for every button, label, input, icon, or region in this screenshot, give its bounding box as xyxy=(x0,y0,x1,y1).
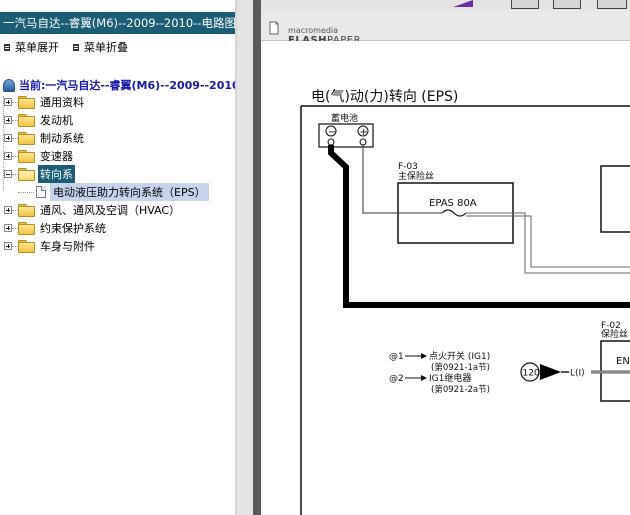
tree-item-label[interactable]: 约束保护系统 xyxy=(38,219,108,237)
ref2-arrowhead xyxy=(421,375,427,381)
tree-item-label[interactable]: 制动系统 xyxy=(38,129,86,147)
tree-item-transmission[interactable]: 变速器 xyxy=(4,147,209,165)
folder-icon xyxy=(18,150,35,163)
viewer-toolbar xyxy=(261,0,630,10)
expand-icon[interactable] xyxy=(4,98,12,106)
expand-icon[interactable] xyxy=(4,152,12,160)
f02-en-label: EN xyxy=(616,356,630,367)
toolbar-button[interactable] xyxy=(553,0,581,9)
ref1-text: 点火开关 (IG1) xyxy=(429,350,490,362)
expand-menu-label: 菜单展开 xyxy=(15,41,59,54)
ref1-section: (第0921-1a节) xyxy=(431,362,490,373)
tree-item-brakes[interactable]: 制动系统 xyxy=(4,129,209,147)
tree-item-label[interactable]: 变速器 xyxy=(38,147,75,165)
collapse-menu-button[interactable]: 菜单折叠 xyxy=(73,40,128,54)
tree-item-restraints[interactable]: 约束保护系统 xyxy=(4,219,209,237)
open-folder-icon xyxy=(18,168,35,181)
connector-120-label: 120 xyxy=(523,369,540,379)
expand-icon[interactable] xyxy=(4,224,12,232)
folder-icon xyxy=(18,96,35,109)
ref2-text: IG1继电器 xyxy=(429,372,471,384)
expand-icon[interactable] xyxy=(4,134,12,142)
wiring-diagram: 电(气)动(力)转向 (EPS) 蓄电池 − + F-03 主保险丝 EPAS … xyxy=(300,89,630,515)
folder-icon xyxy=(18,222,35,235)
nav-title-bar: 一汽马自达--睿翼(M6)--2009--2010--电路图 xyxy=(0,12,237,34)
tree-item-general[interactable]: 通用资料 xyxy=(4,93,209,111)
ref1-arrowhead xyxy=(421,353,427,359)
battery-terminal-lower xyxy=(359,138,367,146)
f03-code: F-03 xyxy=(398,162,418,172)
folder-icon xyxy=(18,240,35,253)
tree-item-steering[interactable]: 转向系 xyxy=(4,165,209,183)
f02-name: 保险丝 xyxy=(601,328,628,340)
document-icon xyxy=(36,186,46,198)
battery-minus-sign: − xyxy=(328,127,336,138)
tree-item-label[interactable]: 车身与附件 xyxy=(38,237,97,255)
toolbar-button[interactable] xyxy=(597,0,627,9)
navigation-pane: 一汽马自达--睿翼(M6)--2009--2010--电路图 菜单展开 菜单折叠… xyxy=(0,0,237,515)
toolbar-button[interactable] xyxy=(511,0,539,9)
folder-icon xyxy=(18,204,35,217)
collapse-menu-label: 菜单折叠 xyxy=(84,41,128,54)
partial-component-box xyxy=(600,165,630,233)
tree-root-label: 当前:一汽马自达--睿翼(M6)--2009--2010--电路图 xyxy=(19,79,237,92)
diagram-title: 电(气)动(力)转向 (EPS) xyxy=(311,89,458,105)
ref2-mark: @2 xyxy=(389,374,404,384)
ref1-mark: @1 xyxy=(389,352,404,362)
ref2-section: (第0921-2a节) xyxy=(431,384,490,395)
document-viewer: macromedia FLASHPAPER 电(气)动(力)转向 (EPS) 蓄… xyxy=(261,0,630,515)
expand-icon[interactable] xyxy=(4,206,12,214)
tree-item-label[interactable]: 通风、通风及空调（HVAC） xyxy=(38,201,182,219)
tree-item-label[interactable]: 发动机 xyxy=(38,111,75,129)
flashpaper-logo-icon xyxy=(269,21,279,35)
battery-terminal-lower xyxy=(327,138,335,146)
expand-icon[interactable] xyxy=(4,116,12,124)
battery-plus-sign: + xyxy=(360,127,368,138)
tree-item-label-selected[interactable]: 转向系 xyxy=(38,165,75,183)
tree-root-current[interactable]: 当前:一汽马自达--睿翼(M6)--2009--2010--电路图 xyxy=(3,77,237,93)
folder-icon xyxy=(18,114,35,127)
collapse-icon[interactable] xyxy=(4,170,12,178)
viewer-border xyxy=(253,0,261,515)
purple-tab-icon[interactable] xyxy=(453,0,473,7)
flashpaper-header: macromedia FLASHPAPER xyxy=(261,10,630,46)
battery-label: 蓄电池 xyxy=(331,112,358,124)
expand-icon[interactable] xyxy=(4,242,12,250)
list-icon xyxy=(73,43,79,51)
brand-small: macromedia xyxy=(288,26,339,35)
wire-label: L(I) xyxy=(570,369,585,379)
tree-item-engine[interactable]: 发动机 xyxy=(4,111,209,129)
expand-menu-button[interactable]: 菜单展开 xyxy=(4,40,59,54)
chapter-tree: 通用资料 发动机 制动系统 变速器 转向系 电动液压助力转向系统（EPS） 通风… xyxy=(4,93,209,255)
tree-item-eps[interactable]: 电动液压助力转向系统（EPS） xyxy=(4,183,209,201)
tree-child-label[interactable]: 电动液压助力转向系统（EPS） xyxy=(50,183,209,201)
nav-toolbar: 菜单展开 菜单折叠 xyxy=(4,40,128,54)
nav-title: 一汽马自达--睿翼(M6)--2009--2010--电路图 xyxy=(3,16,236,30)
current-location-icon xyxy=(3,78,15,92)
document-page[interactable]: 电(气)动(力)转向 (EPS) 蓄电池 − + F-03 主保险丝 EPAS … xyxy=(261,41,630,515)
tree-item-hvac[interactable]: 通风、通风及空调（HVAC） xyxy=(4,201,209,219)
connector-arrow-icon xyxy=(540,364,561,380)
epas-fuse-label: EPAS 80A xyxy=(429,198,477,209)
list-icon xyxy=(4,43,10,51)
tree-item-body[interactable]: 车身与附件 xyxy=(4,237,209,255)
folder-icon xyxy=(18,132,35,145)
f03-name: 主保险丝 xyxy=(398,170,434,182)
tree-item-label[interactable]: 通用资料 xyxy=(38,93,86,111)
